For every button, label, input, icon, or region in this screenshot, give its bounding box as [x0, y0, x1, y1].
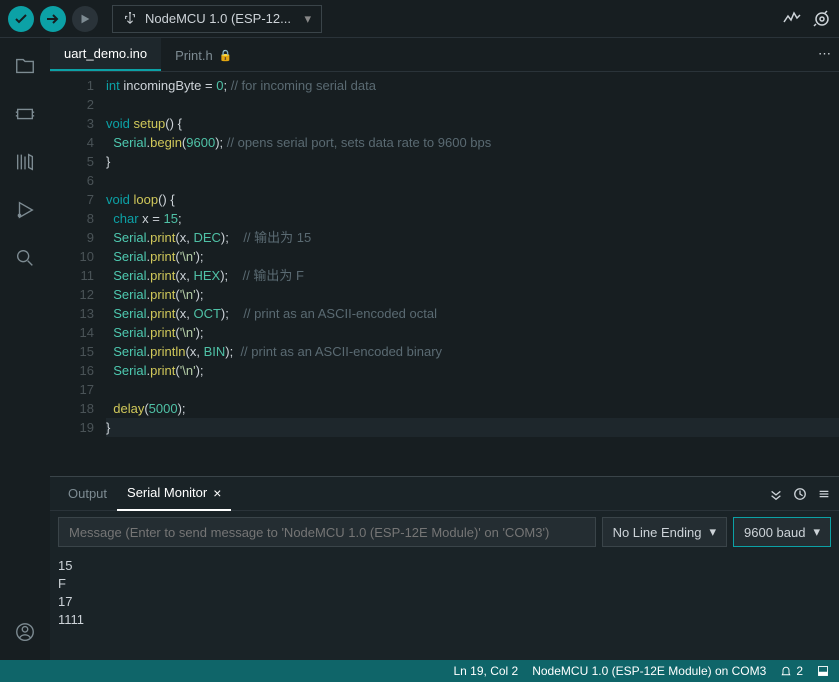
bottom-panel: Output Serial Monitor × [50, 476, 839, 660]
code-editor[interactable]: 12345678910111213141516171819 int incomi… [50, 72, 839, 476]
serial-monitor-icon[interactable] [813, 10, 831, 28]
library-manager-icon[interactable] [13, 150, 37, 174]
activity-bar [0, 38, 50, 660]
notifications-button[interactable]: 2 [780, 664, 803, 678]
timestamp-icon[interactable] [793, 487, 807, 501]
tab-label: Print.h [175, 48, 213, 63]
verify-button[interactable] [8, 6, 34, 32]
explorer-icon[interactable] [13, 54, 37, 78]
serial-plotter-icon[interactable] [783, 10, 801, 28]
boards-manager-icon[interactable] [13, 102, 37, 126]
status-bar: Ln 19, Col 2 NodeMCU 1.0 (ESP-12E Module… [0, 660, 839, 682]
debug-icon[interactable] [13, 198, 37, 222]
tab-uart-demo[interactable]: uart_demo.ino [50, 38, 161, 71]
search-icon[interactable] [13, 246, 37, 270]
scroll-down-icon[interactable] [769, 487, 783, 501]
board-port-status[interactable]: NodeMCU 1.0 (ESP-12E Module) on COM3 [532, 664, 766, 678]
upload-button[interactable] [40, 6, 66, 32]
more-actions-icon[interactable]: ⋯ [818, 46, 831, 62]
code-area[interactable]: int incomingByte = 0; // for incoming se… [106, 72, 839, 476]
usb-icon [123, 12, 137, 26]
board-name: NodeMCU 1.0 (ESP-12... [145, 11, 291, 26]
line-numbers: 12345678910111213141516171819 [50, 72, 106, 476]
lock-icon: 🔒 [219, 49, 233, 62]
tab-label: uart_demo.ino [64, 46, 147, 61]
close-icon[interactable]: × [213, 485, 221, 501]
bell-icon [780, 665, 792, 677]
board-selector[interactable]: NodeMCU 1.0 (ESP-12... ▾ [112, 5, 322, 33]
cursor-position[interactable]: Ln 19, Col 2 [454, 664, 519, 678]
serial-monitor-tab[interactable]: Serial Monitor × [117, 477, 231, 511]
editor-tabs: uart_demo.ino Print.h 🔒 ⋯ [50, 38, 839, 72]
baud-rate-select[interactable]: 9600 baud ▾ [733, 517, 831, 547]
chevron-down-icon: ▾ [709, 524, 716, 540]
serial-output: 15F171111 [50, 553, 839, 660]
chevron-down-icon: ▾ [304, 11, 311, 27]
output-tab[interactable]: Output [58, 478, 117, 509]
clear-icon[interactable] [817, 487, 831, 501]
tab-print-h[interactable]: Print.h 🔒 [161, 40, 246, 71]
debug-button[interactable] [72, 6, 98, 32]
account-icon[interactable] [13, 620, 37, 644]
serial-message-input[interactable] [58, 517, 596, 547]
chevron-down-icon: ▾ [813, 524, 820, 540]
line-ending-select[interactable]: No Line Ending ▾ [602, 517, 727, 547]
close-panel-icon[interactable] [817, 665, 829, 677]
